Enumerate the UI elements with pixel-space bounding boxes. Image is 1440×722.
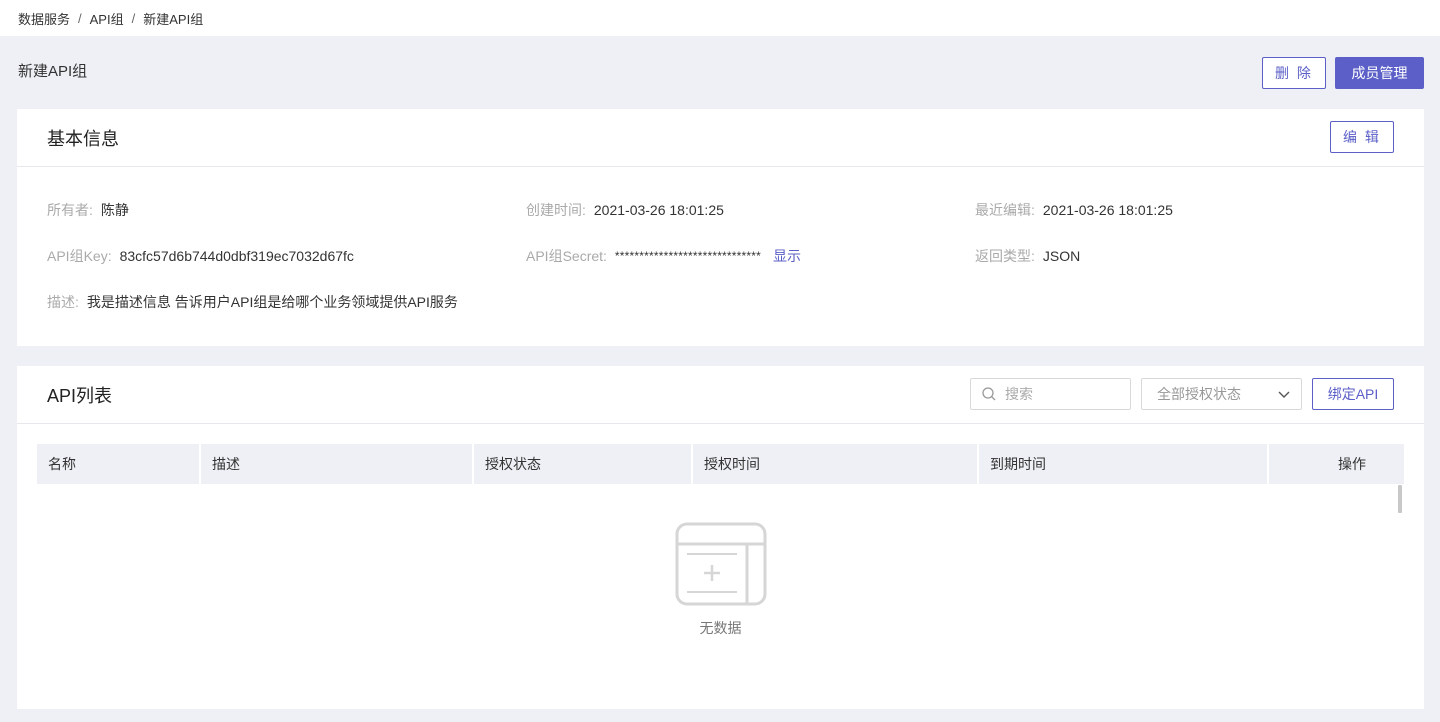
empty-table-icon xyxy=(675,522,766,606)
auth-status-value: 全部授权状态 xyxy=(1157,386,1241,402)
table-header: 名称 描述 授权状态 授权时间 到期时间 操作 xyxy=(37,444,1404,484)
search-box xyxy=(970,378,1131,410)
api-key-label: API组Key: xyxy=(47,248,112,264)
delete-button[interactable]: 删 除 xyxy=(1262,57,1326,89)
breadcrumb: 数据服务 / API组 / 新建API组 xyxy=(0,0,1440,36)
empty-state: 无数据 xyxy=(17,522,1424,638)
basic-info-title: 基本信息 xyxy=(47,129,119,149)
breadcrumb-item-current: 新建API组 xyxy=(143,11,204,27)
description-field: 描述: 我是描述信息 告诉用户API组是给哪个业务领域提供API服务 xyxy=(47,292,458,312)
created-time-field: 创建时间: 2021-03-26 18:01:25 xyxy=(526,200,724,220)
auth-status-select[interactable]: 全部授权状态 xyxy=(1141,378,1302,410)
api-secret-value: ****************************** xyxy=(614,249,762,263)
api-key-value: 83cfc57d6b744d0dbf319ec7032d67fc xyxy=(119,248,354,264)
owner-value: 陈静 xyxy=(100,202,129,218)
column-header-actions[interactable]: 操作 xyxy=(1269,444,1404,484)
created-time-value: 2021-03-26 18:01:25 xyxy=(593,202,724,218)
column-header-description[interactable]: 描述 xyxy=(201,444,474,484)
bind-api-button[interactable]: 绑定API xyxy=(1312,378,1394,410)
breadcrumb-item-data-service[interactable]: 数据服务 xyxy=(18,9,70,28)
search-input[interactable] xyxy=(1005,386,1125,402)
member-management-button[interactable]: 成员管理 xyxy=(1335,57,1424,89)
breadcrumb-item-api-group[interactable]: API组 xyxy=(90,9,124,28)
api-list-header: API列表 全部授权状态 绑定API xyxy=(17,366,1424,424)
description-value: 我是描述信息 告诉用户API组是给哪个业务领域提供API服务 xyxy=(86,294,458,310)
breadcrumb-separator: / xyxy=(131,10,136,26)
api-secret-field: API组Secret: ****************************… xyxy=(526,246,801,266)
table-scrollbar[interactable] xyxy=(1398,485,1402,513)
api-list-title: API列表 xyxy=(47,386,113,406)
api-secret-label: API组Secret: xyxy=(526,248,607,264)
breadcrumb-separator: / xyxy=(78,10,82,26)
last-edited-field: 最近编辑: 2021-03-26 18:01:25 xyxy=(975,200,1173,220)
edit-button[interactable]: 编 辑 xyxy=(1330,121,1394,153)
column-header-auth-time[interactable]: 授权时间 xyxy=(693,444,979,484)
return-type-field: 返回类型: JSON xyxy=(975,246,1080,266)
search-icon xyxy=(982,387,996,401)
basic-info-card: 基本信息 编 辑 所有者: 陈静 创建时间: 2021-03-26 18:01:… xyxy=(17,109,1424,346)
column-header-name[interactable]: 名称 xyxy=(37,444,201,484)
column-header-expire-time[interactable]: 到期时间 xyxy=(979,444,1269,484)
return-type-label: 返回类型: xyxy=(975,248,1035,264)
chevron-down-icon xyxy=(1278,391,1290,398)
created-time-label: 创建时间: xyxy=(526,202,586,218)
api-list-card: API列表 全部授权状态 绑定API 名称 描述 授权状态 授权时间 到期时间 … xyxy=(17,366,1424,709)
owner-field: 所有者: 陈静 xyxy=(47,200,129,220)
show-secret-link[interactable]: 显示 xyxy=(773,246,801,266)
column-header-auth-status[interactable]: 授权状态 xyxy=(474,444,693,484)
owner-label: 所有者: xyxy=(47,202,93,218)
last-edited-value: 2021-03-26 18:01:25 xyxy=(1042,202,1173,218)
return-type-value: JSON xyxy=(1042,248,1081,264)
empty-text: 无数据 xyxy=(699,620,742,636)
description-label: 描述: xyxy=(47,294,79,310)
page-header: 新建API组 删 除 成员管理 xyxy=(0,36,1440,108)
last-edited-label: 最近编辑: xyxy=(975,202,1035,218)
api-key-field: API组Key: 83cfc57d6b744d0dbf319ec7032d67f… xyxy=(47,246,354,266)
basic-info-header: 基本信息 编 辑 xyxy=(17,109,1424,167)
page-title: 新建API组 xyxy=(18,63,88,80)
